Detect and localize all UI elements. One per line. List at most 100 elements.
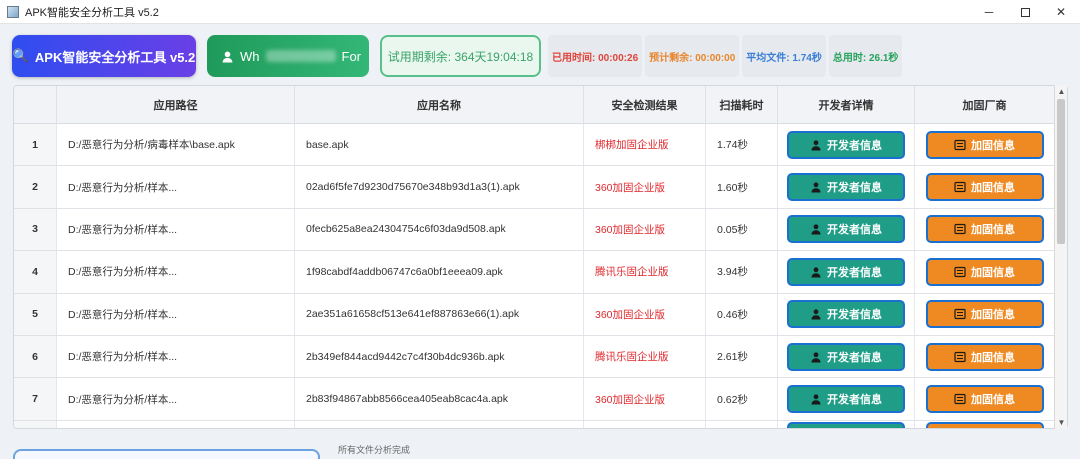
packer-info-button[interactable]: 加固信息: [925, 342, 1044, 371]
table-row-partial: [14, 420, 1055, 428]
document-icon: [954, 266, 966, 278]
header-app-path[interactable]: 应用路径: [57, 86, 295, 124]
scan-time-cell: 0.05秒: [706, 208, 778, 251]
packer-info-button[interactable]: 加固信息: [925, 300, 1044, 329]
packer-info-button[interactable]: [925, 421, 1044, 428]
app-path-cell: [57, 420, 295, 428]
trial-remaining: 试用期剩余: 364天19:04:18: [380, 35, 541, 77]
document-icon: [954, 223, 966, 235]
scan-time-cell: 2.61秒: [706, 335, 778, 378]
packer-info-button[interactable]: 加固信息: [925, 215, 1044, 244]
stat-total-time: 总用时: 26.1秒: [828, 35, 903, 77]
document-icon: [954, 351, 966, 363]
header-app-name[interactable]: 应用名称: [295, 86, 584, 124]
security-result-cell: 腾讯乐固企业版: [584, 251, 706, 293]
vertical-scrollbar[interactable]: ▲ ▼: [1054, 85, 1067, 429]
user-icon: [222, 51, 233, 62]
scroll-up-icon[interactable]: ▲: [1055, 85, 1068, 98]
security-result-cell: 360加固企业版: [584, 208, 706, 251]
packer-cell: 加固信息: [915, 335, 1055, 378]
table-row[interactable]: 7 D:/恶意行为分析/样本... 2b83f94867abb8566cea405e…: [14, 378, 1055, 421]
app-path-cell: D:/恶意行为分析/样本...: [57, 208, 295, 251]
app-path-cell: D:/恶意行为分析/样本...: [57, 293, 295, 335]
user-name-suffix: For: [341, 48, 362, 64]
packer-info-button[interactable]: 加固信息: [925, 257, 1044, 286]
table-body: 1 D:/恶意行为分析/病毒样本\base.apk base.apk 梆梆加固企业版 1…: [14, 124, 1055, 428]
row-index: 6: [14, 335, 57, 378]
developer-info-button[interactable]: 开发者信息: [787, 130, 905, 159]
table-row[interactable]: 4 D:/恶意行为分析/样本... 1f98cabdf4addb06747c6a0b…: [14, 251, 1055, 294]
developer-info-button[interactable]: [787, 421, 905, 428]
app-path-cell: D:/恶意行为分析/样本...: [57, 335, 295, 378]
developer-info-label: 开发者信息: [827, 394, 882, 407]
app-name-cell: [295, 420, 584, 428]
scroll-down-icon[interactable]: ▼: [1055, 416, 1068, 429]
developer-info-label: 开发者信息: [827, 139, 882, 152]
header-packer-vendor[interactable]: 加固厂商: [915, 86, 1055, 124]
row-index: 1: [14, 124, 57, 166]
app-name-cell: 2ae351a61658cf513e641ef887863e66(1).apk: [295, 293, 584, 335]
table-row[interactable]: 1 D:/恶意行为分析/病毒样本\base.apk base.apk 梆梆加固企业版 1…: [14, 124, 1055, 167]
app-name-cell: base.apk: [295, 124, 584, 166]
row-index: 5: [14, 293, 57, 335]
status-text: 所有文件分析完成: [338, 445, 411, 455]
table-row[interactable]: 5 D:/恶意行为分析/样本... 2ae351a61658cf513e641ef8…: [14, 293, 1055, 336]
developer-info-button[interactable]: 开发者信息: [787, 385, 905, 414]
user-icon: [810, 351, 822, 363]
packer-info-button[interactable]: 加固信息: [925, 385, 1044, 414]
user-icon: [810, 266, 822, 278]
row-index: 2: [14, 166, 57, 208]
header-developer-details[interactable]: 开发者详情: [778, 86, 915, 124]
developer-info-button[interactable]: 开发者信息: [787, 257, 905, 286]
user-button[interactable]: Wh For: [207, 35, 369, 77]
scan-time-cell: 3.94秒: [706, 251, 778, 293]
document-icon: [954, 308, 966, 320]
scan-time-cell: 1.60秒: [706, 166, 778, 208]
security-result-cell: 360加固企业版: [584, 293, 706, 335]
scan-time-cell: 1.74秒: [706, 124, 778, 166]
scrollbar-thumb[interactable]: [1057, 99, 1065, 244]
developer-cell: 开发者信息: [778, 166, 915, 208]
minimize-icon: ─: [984, 5, 994, 19]
user-icon: [810, 139, 822, 151]
table-row[interactable]: 2 D:/恶意行为分析/样本... 02ad6f5fe7d9230d75670e34…: [14, 166, 1055, 209]
app-name-cell: 02ad6f5fe7d9230d75670e348b93d1a3(1).apk: [295, 166, 584, 208]
app-path-cell: D:/恶意行为分析/样本...: [57, 166, 295, 208]
security-result-cell: [584, 420, 706, 428]
packer-info-button[interactable]: 加固信息: [925, 130, 1044, 159]
packer-info-label: 加固信息: [971, 394, 1015, 407]
header-scan-time[interactable]: 扫描耗时: [706, 86, 778, 124]
packer-info-label: 加固信息: [971, 224, 1015, 237]
developer-info-button[interactable]: 开发者信息: [787, 300, 905, 329]
developer-info-button[interactable]: 开发者信息: [787, 342, 905, 371]
header-security-result[interactable]: 安全检测结果: [584, 86, 706, 124]
developer-cell: 开发者信息: [778, 293, 915, 335]
table-row[interactable]: 3 D:/恶意行为分析/样本... 0fecb625a8ea24304754c6f0…: [14, 208, 1055, 252]
packer-cell: 加固信息: [915, 208, 1055, 251]
packer-info-label: 加固信息: [971, 309, 1015, 322]
user-name-prefix: Wh: [240, 48, 260, 64]
row-index: 7: [14, 378, 57, 420]
developer-cell: [778, 420, 915, 428]
developer-cell: 开发者信息: [778, 378, 915, 420]
packer-cell: 加固信息: [915, 293, 1055, 335]
app-name-cell: 0fecb625a8ea24304754c6f03da9d508.apk: [295, 208, 584, 251]
developer-info-label: 开发者信息: [827, 266, 882, 279]
packer-info-button[interactable]: 加固信息: [925, 173, 1044, 202]
maximize-icon: [1020, 7, 1030, 17]
close-button[interactable]: ✕: [1038, 0, 1080, 24]
app-name-cell: 1f98cabdf4addb06747c6a0bf1eeea09.apk: [295, 251, 584, 293]
stat-used-time: 已用时间: 00:00:26: [548, 35, 643, 77]
developer-info-label: 开发者信息: [827, 224, 882, 237]
developer-info-button[interactable]: 开发者信息: [787, 215, 905, 244]
table-row[interactable]: 6 D:/恶意行为分析/样本... 2b349ef844acd9442c7c4f30…: [14, 335, 1055, 379]
app-title-button[interactable]: 🔍 APK智能安全分析工具 v5.2: [12, 35, 196, 77]
developer-info-button[interactable]: 开发者信息: [787, 173, 905, 202]
developer-cell: 开发者信息: [778, 124, 915, 166]
user-icon: [810, 223, 822, 235]
security-result-cell: 360加固企业版: [584, 378, 706, 420]
search-icon: 🔍: [12, 48, 29, 63]
table-header: 应用路径 应用名称 安全检测结果 扫描耗时 开发者详情 加固厂商: [14, 86, 1055, 124]
row-index: 3: [14, 208, 57, 251]
action-button[interactable]: [13, 449, 320, 459]
